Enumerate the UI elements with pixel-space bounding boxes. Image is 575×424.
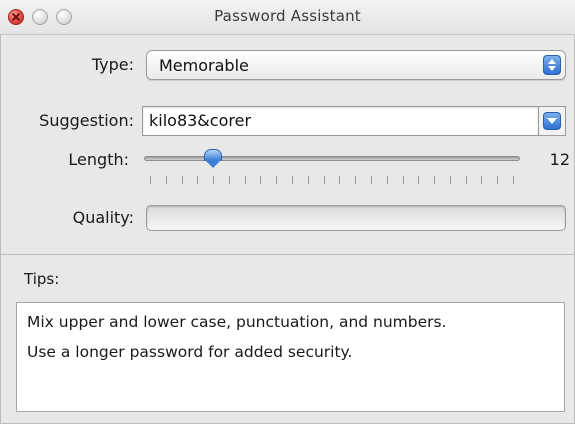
slider-tick <box>276 176 277 184</box>
slider-tick <box>513 176 514 184</box>
slider-tick <box>481 176 482 184</box>
type-label: Type: <box>91 55 134 74</box>
section-divider <box>0 254 575 255</box>
slider-tick <box>387 176 388 184</box>
length-value: 12 <box>549 150 570 169</box>
slider-tick <box>355 176 356 184</box>
tips-label: Tips: <box>24 270 60 288</box>
slider-tick <box>182 176 183 184</box>
slider-tick <box>260 176 261 184</box>
slider-tick <box>213 176 214 184</box>
slider-tick <box>434 176 435 184</box>
slider-tick <box>324 176 325 184</box>
slider-tick <box>308 176 309 184</box>
updown-arrows-icon <box>543 55 561 75</box>
tip-line: Mix upper and lower case, punctuation, a… <box>27 313 447 331</box>
title-bar[interactable]: Password Assistant <box>0 0 575 35</box>
type-popup-button[interactable]: Memorable <box>146 50 566 80</box>
slider-tick <box>150 176 151 184</box>
slider-tick <box>497 176 498 184</box>
slider-knob-pointer <box>205 160 221 168</box>
type-selected-value: Memorable <box>159 56 249 75</box>
length-label: Length: <box>68 150 129 169</box>
length-slider-knob[interactable] <box>202 149 224 169</box>
length-slider-track[interactable] <box>144 156 520 161</box>
slider-tick <box>197 176 198 184</box>
slider-tick <box>371 176 372 184</box>
slider-tick <box>292 176 293 184</box>
slider-tick <box>450 176 451 184</box>
slider-tick <box>339 176 340 184</box>
tips-box: Mix upper and lower case, punctuation, a… <box>16 302 565 412</box>
slider-tick <box>245 176 246 184</box>
tip-line: Use a longer password for added security… <box>27 343 353 361</box>
quality-label: Quality: <box>72 208 134 227</box>
length-slider-ticks <box>150 176 514 186</box>
slider-tick <box>166 176 167 184</box>
slider-tick <box>229 176 230 184</box>
suggestion-field[interactable]: kilo83&corer <box>142 106 538 136</box>
suggestion-label: Suggestion: <box>39 111 134 130</box>
chevron-down-icon <box>543 112 561 130</box>
password-assistant-window: Password Assistant Type: Memorable Sugge… <box>0 0 575 424</box>
slider-tick <box>466 176 467 184</box>
quality-meter <box>146 205 566 231</box>
slider-tick <box>418 176 419 184</box>
window-title: Password Assistant <box>214 7 361 25</box>
slider-tick <box>403 176 404 184</box>
suggestion-dropdown-button[interactable] <box>538 106 566 136</box>
